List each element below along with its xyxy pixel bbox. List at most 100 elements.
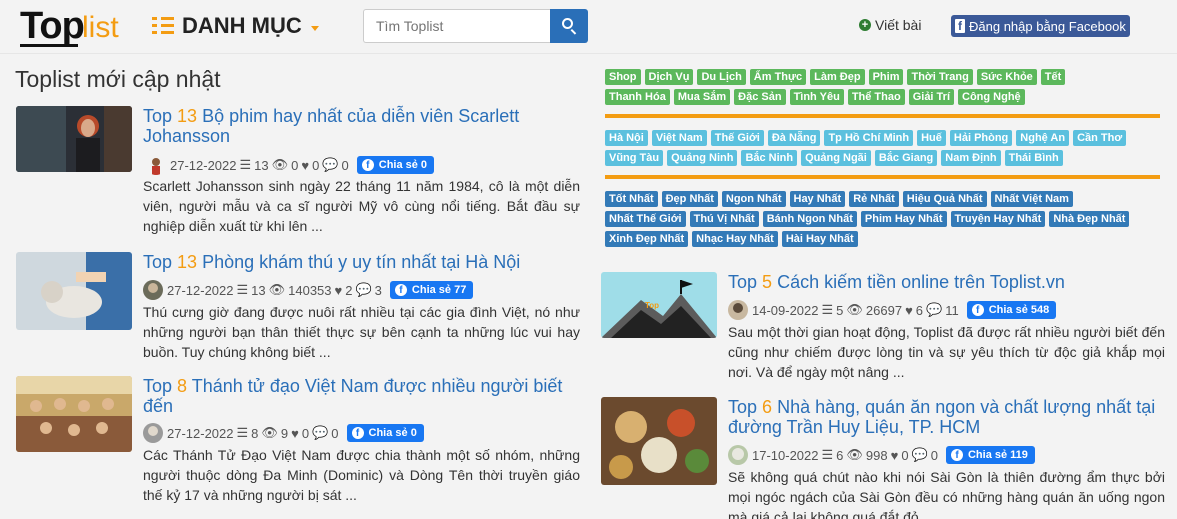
logo-text-list: list — [82, 11, 119, 44]
tag-link[interactable]: Tp Hồ Chí Minh — [824, 130, 914, 146]
article-title[interactable]: Top 5 Cách kiếm tiền online trên Toplist… — [728, 272, 1166, 292]
tag-link[interactable]: Đẹp Nhất — [661, 191, 718, 207]
tag-link[interactable]: Việt Nam — [651, 130, 707, 146]
comment-icon: 💬 — [322, 157, 339, 172]
facebook-share-button[interactable]: f Chia sẻ 0 — [356, 156, 435, 174]
article-thumbnail[interactable] — [16, 252, 132, 330]
facebook-share-button[interactable]: f Chia sẻ 0 — [346, 424, 424, 442]
list-icon: ☰ — [236, 282, 249, 297]
place-tag-list: Hà Nội Việt Nam Thế Giới Đà Nẵng Tp Hồ Chí M… — [605, 130, 1160, 170]
write-post-link[interactable]: + Viết bài — [859, 17, 921, 33]
tag-link[interactable]: Đà Nẵng — [767, 130, 821, 146]
tag-link[interactable]: Nam Định — [941, 150, 1001, 166]
tag-link[interactable]: Du Lịch — [697, 69, 746, 85]
section-divider — [605, 114, 1160, 118]
tag-link[interactable]: Nhất Việt Nam — [990, 191, 1073, 207]
tag-link[interactable]: Bắc Giang — [874, 150, 938, 166]
logo-underline — [20, 44, 78, 47]
item-count: 13 — [254, 157, 269, 173]
item-count: 8 — [251, 425, 259, 441]
tag-link[interactable]: Thế Giới — [710, 130, 764, 146]
article-thumbnail[interactable]: Top — [601, 272, 717, 338]
tag-link[interactable]: Thái Bình — [1004, 150, 1063, 166]
facebook-login-button[interactable]: f Đăng nhập bằng Facebook — [951, 15, 1130, 37]
tag-link[interactable]: Công Nghệ — [958, 89, 1025, 105]
list-icon: ☰ — [821, 302, 834, 317]
tag-link[interactable]: Phim — [868, 69, 904, 85]
tag-link[interactable]: Bắc Ninh — [741, 150, 798, 166]
facebook-share-button[interactable]: f Chia sẻ 548 — [966, 301, 1057, 319]
tag-link[interactable]: Huế — [917, 130, 946, 146]
tag-link[interactable]: Vũng Tàu — [605, 150, 664, 166]
view-count: 0 — [291, 157, 299, 173]
eye-icon: 👁 — [271, 157, 289, 172]
section-divider — [605, 175, 1160, 179]
tag-link[interactable]: Phim Hay Nhất — [860, 211, 947, 227]
tag-link[interactable]: Tốt Nhất — [605, 191, 658, 207]
tag-link[interactable]: Dịch Vụ — [644, 69, 694, 85]
tag-link[interactable]: Nhất Thế Giới — [605, 211, 686, 227]
article-meta: 27-12-2022 ☰ 13 👁 0 ♥ 0 💬 0 f Chia sẻ 0 — [146, 155, 435, 175]
heart-icon: ♥ — [334, 282, 343, 298]
tag-link[interactable]: Shop — [605, 69, 641, 85]
facebook-share-button[interactable]: f Chia sẻ 77 — [389, 281, 474, 299]
tag-link[interactable]: Xinh Đẹp Nhất — [605, 231, 689, 247]
comment-icon: 💬 — [312, 425, 329, 440]
article-title[interactable]: Top 13 Phòng khám thú y uy tín nhất tại … — [143, 252, 581, 272]
article-card: Top 8 Thánh tử đạo Việt Nam được nhiều n… — [16, 376, 582, 516]
search-input[interactable] — [363, 9, 550, 43]
tag-link[interactable]: Tết — [1040, 69, 1066, 85]
tag-link[interactable]: Cần Thơ — [1073, 130, 1127, 146]
tag-link[interactable]: Làm Đẹp — [810, 69, 865, 85]
tag-link[interactable]: Truyện Hay Nhất — [950, 211, 1046, 227]
facebook-icon: f — [950, 449, 963, 461]
tag-link[interactable]: Mua Sắm — [673, 89, 731, 105]
article-thumbnail[interactable] — [16, 376, 132, 452]
search-button[interactable] — [550, 9, 588, 43]
tag-link[interactable]: Nhà Đẹp Nhất — [1049, 211, 1130, 227]
tag-link[interactable]: Hài Hay Nhất — [781, 231, 858, 247]
article-title[interactable]: Top 8 Thánh tử đạo Việt Nam được nhiều n… — [143, 376, 581, 416]
article-thumbnail[interactable] — [601, 397, 717, 485]
tag-link[interactable]: Hiệu Quả Nhất — [902, 191, 987, 207]
eye-icon: 👁 — [261, 425, 278, 440]
caret-down-icon — [310, 25, 319, 31]
tag-link[interactable]: Nghệ An — [1016, 130, 1070, 146]
article-date: 27-12-2022 — [167, 425, 234, 441]
tag-link[interactable]: Hay Nhất — [789, 191, 846, 207]
avatar — [728, 300, 748, 320]
category-menu-button[interactable]: DANH MỤC — [152, 12, 319, 40]
tag-link[interactable]: Rẻ Nhất — [849, 191, 899, 207]
tag-link[interactable]: Thể Thao — [847, 89, 905, 105]
article-title[interactable]: Top 13 Bộ phim hay nhất của diễn viên Sc… — [143, 106, 581, 146]
tag-link[interactable]: Ẩm Thực — [749, 69, 807, 85]
tag-link[interactable]: Nhạc Hay Nhất — [692, 231, 778, 247]
article-description: Sẽ không quá chút nào khi nói Sài Gòn là… — [728, 469, 1165, 519]
tag-link[interactable]: Hà Nội — [605, 130, 648, 146]
tag-link[interactable]: Bánh Ngon Nhất — [762, 211, 857, 227]
list-icon: ☰ — [239, 157, 252, 172]
tag-link[interactable]: Hải Phòng — [949, 130, 1013, 146]
item-count: 5 — [836, 302, 844, 318]
article-thumbnail[interactable] — [16, 106, 132, 172]
tag-link[interactable]: Ngon Nhất — [721, 191, 786, 207]
tag-link[interactable]: Đặc Sản — [734, 89, 786, 105]
tag-link[interactable]: Giải Trí — [908, 89, 954, 105]
tag-link[interactable]: Thanh Hóa — [605, 89, 670, 105]
tag-link[interactable]: Thú Vị Nhất — [689, 211, 759, 227]
view-count: 140353 — [288, 282, 332, 298]
tag-link[interactable]: Quảng Ninh — [667, 150, 738, 166]
tag-link[interactable]: Sức Khỏe — [976, 69, 1037, 85]
facebook-share-button[interactable]: f Chia sẻ 119 — [945, 446, 1035, 464]
item-count: 6 — [836, 447, 844, 463]
eye-icon: 👁 — [268, 282, 286, 297]
article-date: 14-09-2022 — [752, 302, 819, 318]
article-meta: 27-12-2022 ☰ 13 👁 140353 ♥ 2 💬 3 f Chia sẻ 77 — [143, 280, 474, 300]
article-title[interactable]: Top 6 Nhà hàng, quán ăn ngon và chất lượ… — [728, 397, 1166, 437]
tag-link[interactable]: Quảng Ngãi — [801, 150, 871, 166]
tag-link[interactable]: Tình Yêu — [789, 89, 844, 105]
write-post-label: Viết bài — [875, 17, 922, 33]
tag-link[interactable]: Thời Trang — [907, 69, 973, 85]
article-description: Các Thánh Tử Đạo Việt Nam được chia thàn… — [143, 447, 580, 503]
site-logo[interactable]: Top list — [20, 6, 132, 47]
